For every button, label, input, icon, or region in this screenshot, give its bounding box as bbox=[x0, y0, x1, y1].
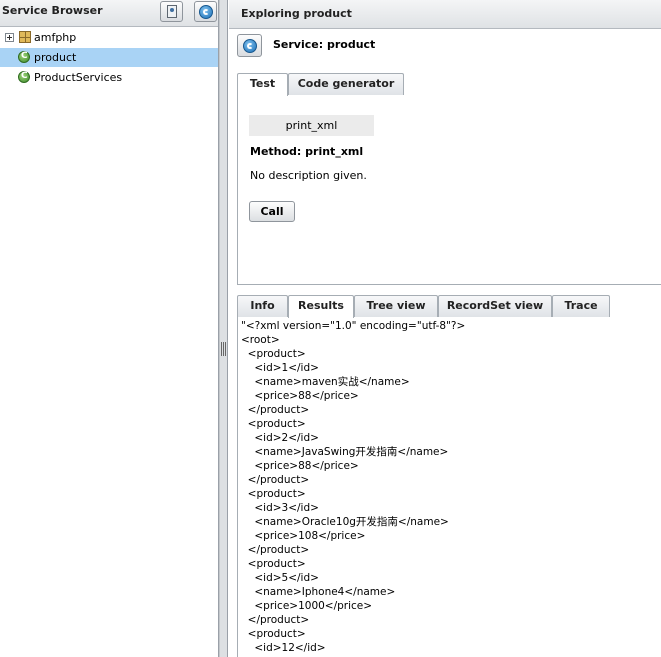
refresh-button[interactable] bbox=[194, 1, 217, 22]
results-line: <price>1000</price> bbox=[241, 600, 373, 612]
service-label: Service: product bbox=[273, 38, 376, 51]
results-line: <product> bbox=[241, 418, 306, 430]
refresh-icon bbox=[242, 38, 257, 53]
service-browser-panel: Service Browser amfphp product ProductSe… bbox=[0, 0, 219, 657]
tree-item-label: ProductServices bbox=[34, 71, 123, 84]
explorer-title: Exploring product bbox=[241, 7, 352, 20]
call-button[interactable]: Call bbox=[249, 201, 295, 222]
results-line: <name>JavaSwing开发指南</name> bbox=[241, 446, 449, 458]
user-button[interactable] bbox=[160, 1, 183, 22]
results-line: <id>1</id> bbox=[241, 362, 319, 374]
results-line: <name>Oracle10g开发指南</name> bbox=[241, 516, 449, 528]
results-line: </product> bbox=[241, 614, 310, 626]
results-line: </product> bbox=[241, 404, 310, 416]
results-line: <id>2</id> bbox=[241, 432, 319, 444]
results-line: <price>88</price> bbox=[241, 460, 359, 472]
results-line: <price>88</price> bbox=[241, 390, 359, 402]
explorer-panel: Exploring product Service: product Test … bbox=[229, 0, 661, 657]
package-icon bbox=[19, 31, 31, 43]
service-icon bbox=[18, 51, 30, 63]
results-line: <id>5</id> bbox=[241, 572, 319, 584]
results-line: <product> bbox=[241, 558, 306, 570]
results-line: <id>3</id> bbox=[241, 502, 319, 514]
results-line: <price>108</price> bbox=[241, 530, 366, 542]
tree-item-productservices[interactable]: ProductServices bbox=[0, 68, 218, 87]
tab-tree-view[interactable]: Tree view bbox=[354, 295, 438, 317]
results-panel[interactable]: "<?xml version="1.0" encoding="utf-8"?> … bbox=[237, 317, 661, 657]
method-name-box[interactable]: print_xml bbox=[249, 115, 374, 136]
tab-recordset-view[interactable]: RecordSet view bbox=[438, 295, 552, 317]
tab-info[interactable]: Info bbox=[237, 295, 288, 317]
tab-trace[interactable]: Trace bbox=[552, 295, 610, 317]
service-refresh-button[interactable] bbox=[237, 34, 262, 57]
results-line: <product> bbox=[241, 628, 306, 640]
results-line: <name>maven实战</name> bbox=[241, 376, 410, 388]
test-panel: print_xml Method: print_xml No descripti… bbox=[237, 95, 661, 285]
results-line: <id>12</id> bbox=[241, 642, 326, 654]
service-icon bbox=[18, 71, 30, 83]
person-icon bbox=[166, 4, 177, 18]
results-line: <name>Iphone4</name> bbox=[241, 586, 396, 598]
results-line: <product> bbox=[241, 488, 306, 500]
results-output[interactable]: "<?xml version="1.0" encoding="utf-8"?> … bbox=[241, 319, 465, 655]
expand-icon[interactable] bbox=[5, 33, 14, 42]
results-line: </product> bbox=[241, 544, 310, 556]
service-browser-header: Service Browser bbox=[0, 0, 218, 27]
tab-test[interactable]: Test bbox=[237, 73, 288, 96]
test-tabstrip: Test Code generator bbox=[237, 73, 661, 96]
panel-splitter[interactable] bbox=[219, 0, 228, 657]
tab-results[interactable]: Results bbox=[288, 295, 354, 318]
results-line: </product> bbox=[241, 474, 310, 486]
method-description: No description given. bbox=[250, 169, 367, 182]
results-line: "<?xml version="1.0" encoding="utf-8"?> bbox=[241, 320, 466, 332]
explorer-header: Exploring product bbox=[229, 0, 661, 29]
results-line: <product> bbox=[241, 348, 306, 360]
tree-item-product[interactable]: product bbox=[0, 48, 218, 67]
refresh-icon bbox=[198, 4, 213, 19]
tree-item-label: amfphp bbox=[34, 31, 77, 44]
results-line: <root> bbox=[241, 334, 280, 346]
service-browser-title: Service Browser bbox=[2, 4, 103, 17]
method-heading: Method: print_xml bbox=[250, 145, 364, 158]
splitter-grip-icon[interactable] bbox=[221, 342, 226, 356]
tree-item-label: product bbox=[34, 51, 77, 64]
tree-item-amfphp[interactable]: amfphp bbox=[0, 28, 218, 47]
results-tabstrip: Info Results Tree view RecordSet view Tr… bbox=[237, 295, 661, 318]
tab-code-generator[interactable]: Code generator bbox=[288, 73, 404, 95]
